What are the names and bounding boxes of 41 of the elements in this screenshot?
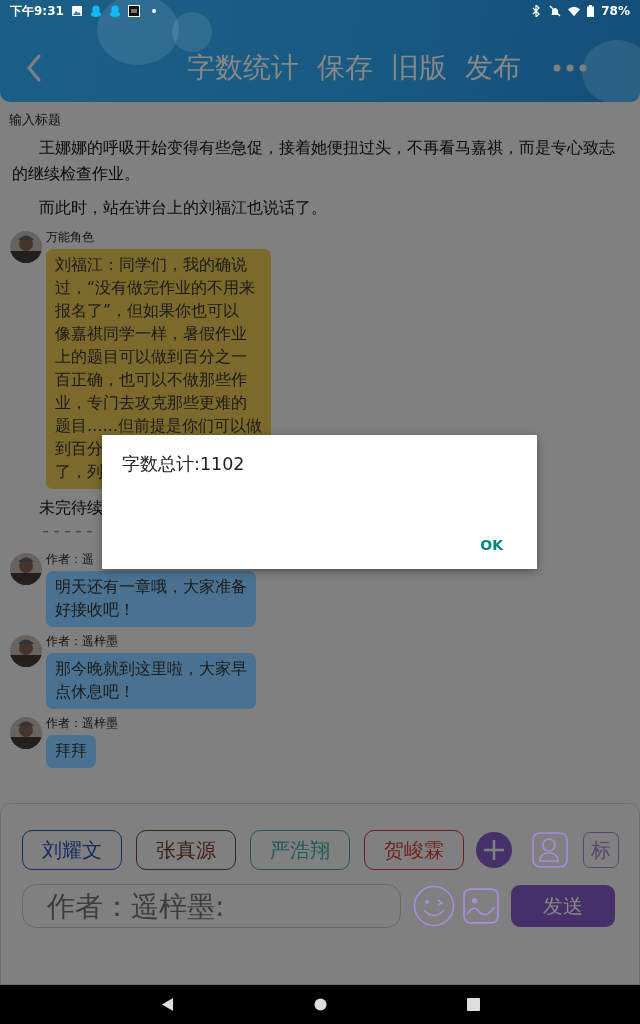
message-bubble: 拜拜 xyxy=(46,735,96,768)
author-name: 作者：遥 xyxy=(46,551,94,567)
message-bubble: 那今晚就到这里啦，大家早 点休息吧！ xyxy=(46,653,256,709)
dashed-divider: －－－－－ xyxy=(39,525,95,539)
header-action[interactable]: 发布 xyxy=(465,49,521,87)
notification-dot-icon xyxy=(151,9,156,13)
character-chip[interactable]: 贺峻霖 xyxy=(364,830,464,870)
character-chip[interactable]: 刘耀文 xyxy=(22,830,122,870)
author-name: 万能角色 xyxy=(46,229,94,245)
send-button[interactable]: 发送 xyxy=(511,885,615,927)
recents-icon[interactable] xyxy=(466,998,480,1011)
character-chip[interactable]: 张真源 xyxy=(136,830,236,870)
tag-button[interactable]: 标 xyxy=(583,832,619,868)
message-bubble: 明天还有一章哦，大家准备 好接收吧！ xyxy=(46,571,256,627)
story-paragraph: 王娜娜的呼吸开始变得有些急促，接着她便扭过头，不再看马嘉祺，而是专心致志的继续检查作业。 xyxy=(11,138,616,185)
battery-icon xyxy=(587,5,595,17)
dialog-message: 字数总计:1102 xyxy=(122,453,246,476)
more-icon[interactable] xyxy=(553,64,587,72)
image-icon xyxy=(70,5,83,17)
story-paragraph: 而此时，站在讲台上的刘福江也说话了。 xyxy=(38,198,328,219)
character-chip[interactable]: 严浩翔 xyxy=(250,830,350,870)
clock-time: 下午9:31 xyxy=(10,2,64,20)
wifi-icon xyxy=(568,5,581,17)
title-field[interactable]: 输入标题 xyxy=(0,102,640,131)
header-action[interactable]: 字数统计 xyxy=(187,49,299,87)
add-icon[interactable] xyxy=(476,832,512,868)
message-input[interactable]: 作者：遥梓墨: xyxy=(22,884,401,928)
header-action[interactable]: 保存 xyxy=(317,49,373,87)
back-icon[interactable] xyxy=(160,998,174,1011)
author-name: 作者：遥梓墨 xyxy=(46,633,118,649)
emoji-icon[interactable] xyxy=(413,885,455,927)
header-action[interactable]: 旧版 xyxy=(391,49,447,87)
story-paragraph: 未完待续 xyxy=(38,498,104,519)
image-icon[interactable] xyxy=(463,888,499,924)
person-icon[interactable] xyxy=(532,832,568,868)
decor-circle xyxy=(582,40,640,102)
penguin-icon xyxy=(108,5,121,17)
penguin-icon xyxy=(89,5,102,17)
author-name: 作者：遥梓墨 xyxy=(46,715,118,731)
battery-level: 78% xyxy=(601,4,630,18)
home-icon[interactable] xyxy=(313,998,327,1011)
